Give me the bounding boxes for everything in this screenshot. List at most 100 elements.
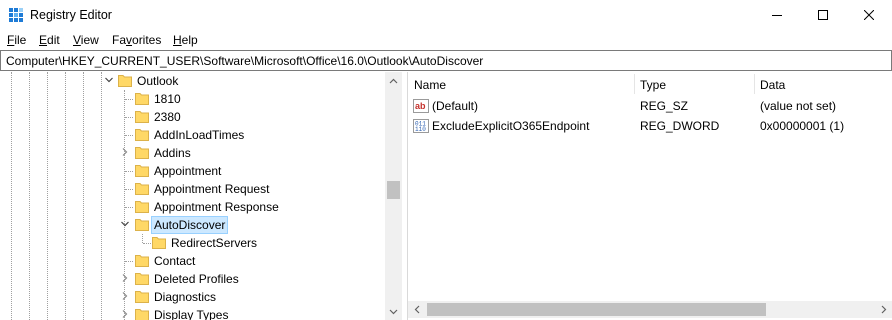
folder-icon — [135, 273, 149, 285]
tree-item-label: 1810 — [154, 92, 181, 106]
tree-item[interactable]: Appointment Request — [0, 180, 385, 198]
tree-connector — [125, 99, 133, 100]
menu-edit[interactable]: Edit — [39, 33, 60, 47]
chevron-right-icon[interactable] — [120, 147, 130, 157]
folder-icon — [135, 147, 149, 159]
minimize-button[interactable] — [754, 0, 800, 30]
column-header-data[interactable]: Data — [754, 72, 892, 96]
registry-editor-icon — [9, 8, 23, 22]
minimize-icon — [772, 15, 782, 16]
chevron-down-icon[interactable] — [120, 219, 130, 229]
tree-item-label: Contact — [154, 254, 196, 268]
column-header-type[interactable]: Type — [634, 72, 754, 96]
tree-item-label: Deleted Profiles — [154, 272, 239, 286]
menu-help[interactable]: Help — [173, 33, 198, 47]
value-row[interactable]: ab (Default) REG_SZ (value not set) — [408, 96, 892, 116]
tree-item[interactable]: Addins — [0, 144, 385, 162]
menu-file[interactable]: File — [7, 33, 26, 47]
svg-text:ab: ab — [415, 101, 426, 111]
folder-icon — [135, 165, 149, 177]
tree-item[interactable]: RedirectServers — [0, 234, 385, 252]
folder-icon — [135, 309, 149, 320]
values-horizontal-scrollbar[interactable] — [408, 301, 892, 318]
tree-connector — [125, 189, 133, 190]
tree-pane[interactable]: Outlook 1810 2380 AddInLoadTimes Addins … — [0, 72, 402, 320]
tree-item-label: Appointment Response — [154, 200, 279, 214]
scroll-right-button[interactable] — [875, 301, 892, 318]
scroll-left-button[interactable] — [408, 301, 425, 318]
tree-connector — [125, 261, 133, 262]
tree-item[interactable]: AddInLoadTimes — [0, 126, 385, 144]
value-type: REG_DWORD — [640, 119, 720, 133]
tree-connector — [125, 207, 133, 208]
string-value-icon: ab — [413, 99, 429, 113]
scroll-down-button[interactable] — [385, 303, 402, 320]
folder-icon — [118, 75, 132, 87]
chevron-right-icon[interactable] — [120, 309, 130, 319]
scroll-thumb[interactable] — [387, 181, 400, 199]
value-type: REG_SZ — [640, 99, 689, 113]
tree-item-label: Appointment — [154, 164, 222, 178]
tree-item-label: Appointment Request — [154, 182, 270, 196]
menu-favorites[interactable]: Favorites — [112, 33, 161, 47]
window-title: Registry Editor — [30, 8, 112, 22]
folder-icon — [135, 129, 149, 141]
tree-item[interactable]: Contact — [0, 252, 385, 270]
close-icon — [864, 10, 874, 20]
folder-icon — [135, 291, 149, 303]
chevron-down-icon — [389, 309, 398, 314]
tree-connector — [125, 135, 133, 136]
menu-bar: File Edit View Favorites Help — [0, 30, 892, 50]
tree-item[interactable]: Appointment — [0, 162, 385, 180]
tree-item-label-selected: AutoDiscover — [151, 216, 229, 234]
tree-connector — [125, 117, 133, 118]
maximize-icon — [818, 10, 828, 20]
chevron-right-icon[interactable] — [120, 291, 130, 301]
folder-icon — [135, 183, 149, 195]
tree-item[interactable]: 2380 — [0, 108, 385, 126]
value-data: 0x00000001 (1) — [760, 119, 845, 133]
chevron-down-icon[interactable] — [104, 75, 114, 85]
tree-item[interactable]: Appointment Response — [0, 198, 385, 216]
menu-view[interactable]: View — [73, 33, 99, 47]
title-bar: Registry Editor — [0, 0, 892, 30]
column-header-name[interactable]: Name — [408, 72, 634, 96]
chevron-right-icon[interactable] — [120, 273, 130, 283]
column-header-label: Name — [414, 78, 447, 92]
tree-item-label: Outlook — [137, 74, 179, 88]
tree-item[interactable]: Deleted Profiles — [0, 270, 385, 288]
chevron-up-icon — [389, 78, 398, 83]
chevron-left-icon — [414, 305, 419, 314]
tree-item[interactable]: 1810 — [0, 90, 385, 108]
tree-item-label: Diagnostics — [154, 290, 217, 304]
tree-item-label: 2380 — [154, 110, 181, 124]
tree-vertical-scrollbar[interactable] — [385, 72, 402, 320]
folder-icon — [135, 111, 149, 123]
tree-item[interactable]: Display Types — [0, 306, 385, 320]
column-header-label: Type — [640, 78, 667, 92]
tree-item-label: Addins — [154, 146, 191, 160]
tree-connector — [143, 243, 151, 244]
tree-item-label: Display Types — [154, 308, 229, 320]
tree-item-outlook[interactable]: Outlook — [0, 72, 385, 90]
address-path: Computer\HKEY_CURRENT_USER\Software\Micr… — [6, 54, 484, 68]
scroll-thumb[interactable] — [427, 303, 766, 316]
column-header-label: Data — [760, 78, 786, 92]
values-list-pane[interactable]: Name Type Data ab (Default) REG_SZ (valu… — [408, 72, 892, 320]
folder-icon — [135, 255, 149, 267]
tree-item[interactable]: Diagnostics — [0, 288, 385, 306]
folder-open-icon — [135, 219, 149, 231]
address-bar[interactable]: Computer\HKEY_CURRENT_USER\Software\Micr… — [0, 50, 892, 71]
svg-text:110: 110 — [415, 126, 426, 133]
chevron-right-icon — [881, 305, 886, 314]
scroll-up-button[interactable] — [385, 72, 402, 89]
maximize-button[interactable] — [800, 0, 846, 30]
folder-icon — [152, 237, 166, 249]
binary-value-icon: 011 110 — [413, 119, 429, 133]
folder-icon — [135, 201, 149, 213]
folder-icon — [135, 93, 149, 105]
close-button[interactable] — [846, 0, 892, 30]
value-row[interactable]: 011 110 ExcludeExplicitO365Endpoint REG_… — [408, 116, 892, 136]
tree-item-autodiscover[interactable]: AutoDiscover — [0, 216, 385, 234]
value-name: ExcludeExplicitO365Endpoint — [432, 119, 590, 133]
